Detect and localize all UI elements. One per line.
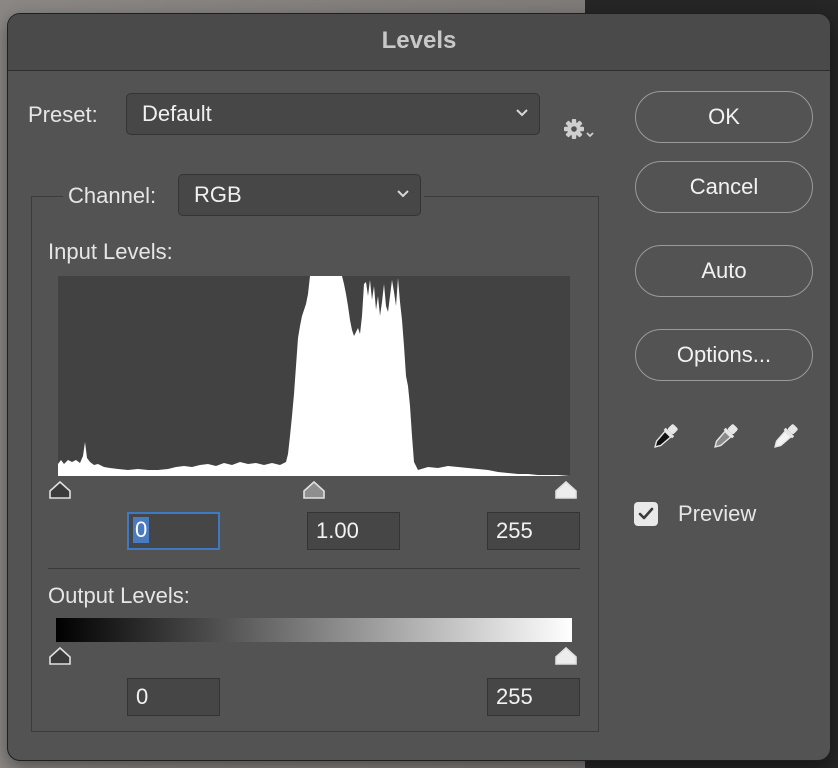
options-button-label: Options... xyxy=(676,342,772,367)
input-gamma-slider[interactable] xyxy=(302,480,326,500)
preview-label[interactable]: Preview xyxy=(678,501,756,527)
input-black-value: 0 xyxy=(133,517,150,543)
eyedropper-gray-icon[interactable] xyxy=(708,420,742,454)
preset-select[interactable]: Default xyxy=(126,93,540,135)
auto-button[interactable]: Auto xyxy=(635,245,813,297)
section-divider xyxy=(48,568,580,569)
chevron-down-icon xyxy=(397,190,409,198)
checkmark-icon xyxy=(638,507,654,520)
dialog-title: Levels xyxy=(381,27,457,54)
group-border-left xyxy=(31,196,63,197)
input-levels-label: Input Levels: xyxy=(48,239,173,264)
levels-dialog: Levels Preset: Default Channel: RGB Inpu… xyxy=(8,14,830,760)
title-bar[interactable]: Levels xyxy=(8,14,830,71)
group-border-right xyxy=(424,196,599,197)
cancel-button-label: Cancel xyxy=(689,174,759,199)
input-gamma-field[interactable]: 1.00 xyxy=(307,512,400,550)
histogram xyxy=(58,276,570,476)
input-white-field[interactable]: 255 xyxy=(487,512,580,550)
output-white-slider[interactable] xyxy=(554,646,578,666)
input-black-point-slider[interactable] xyxy=(48,480,72,500)
channel-label: Channel: xyxy=(68,183,157,208)
eyedropper-white-icon[interactable] xyxy=(768,420,802,454)
output-levels-label: Output Levels: xyxy=(48,583,190,608)
options-button[interactable]: Options... xyxy=(635,329,813,381)
output-black-value: 0 xyxy=(136,684,149,709)
output-gradient-bar xyxy=(56,618,572,642)
output-black-slider[interactable] xyxy=(48,646,72,666)
ok-button[interactable]: OK xyxy=(635,91,813,143)
output-black-field[interactable]: 0 xyxy=(127,678,220,716)
input-black-field[interactable]: 0 xyxy=(127,512,220,550)
eyedropper-black-icon[interactable] xyxy=(648,420,682,454)
chevron-down-icon xyxy=(516,109,528,117)
auto-button-label: Auto xyxy=(701,258,747,283)
cancel-button[interactable]: Cancel xyxy=(635,161,813,213)
input-white-point-slider[interactable] xyxy=(554,480,578,500)
output-white-value: 255 xyxy=(496,684,533,709)
output-white-field[interactable]: 255 xyxy=(487,678,580,716)
input-gamma-value: 1.00 xyxy=(316,518,359,543)
channel-select[interactable]: RGB xyxy=(178,174,421,216)
preset-label: Preset: xyxy=(28,102,98,127)
preset-value: Default xyxy=(142,101,212,126)
channel-value: RGB xyxy=(194,182,242,207)
ok-button-label: OK xyxy=(708,104,740,129)
gear-icon[interactable] xyxy=(562,114,602,144)
preview-checkbox[interactable] xyxy=(634,502,658,526)
input-white-value: 255 xyxy=(496,518,533,543)
